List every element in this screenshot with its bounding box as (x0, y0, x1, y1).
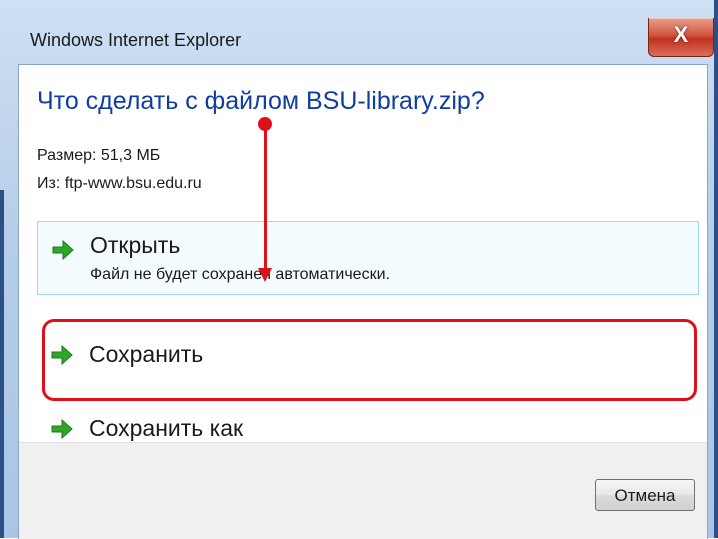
dialog-footer: Отмена (19, 442, 707, 539)
close-icon: X (673, 22, 689, 47)
close-button[interactable]: X (648, 18, 714, 57)
file-source: Из: ftp-www.bsu.edu.ru (37, 175, 202, 192)
option-open-label: Открыть (90, 232, 181, 258)
annotation-arrow-head (258, 268, 272, 282)
option-open-description: Файл не будет сохранен автоматически. (90, 266, 390, 283)
green-arrow-icon (52, 240, 74, 260)
dialog-content: Что сделать с файлом BSU-library.zip? Ра… (18, 64, 708, 539)
window-right-border (714, 0, 718, 538)
annotation-highlight-box (42, 319, 697, 401)
annotation-arrow-line (264, 124, 267, 272)
window-title: Windows Internet Explorer (30, 30, 242, 50)
titlebar: Windows Internet Explorer X (8, 18, 714, 64)
green-arrow-icon (51, 419, 73, 439)
file-size: Размер: 51,3 МБ (37, 147, 161, 164)
dialog-heading: Что сделать с файлом BSU-library.zip? (37, 87, 485, 115)
option-save-as-label: Сохранить как (89, 415, 244, 441)
window-left-border (0, 190, 4, 538)
cancel-button[interactable]: Отмена (595, 479, 695, 511)
option-open[interactable]: Открыть Файл не будет сохранен автоматич… (37, 221, 699, 295)
